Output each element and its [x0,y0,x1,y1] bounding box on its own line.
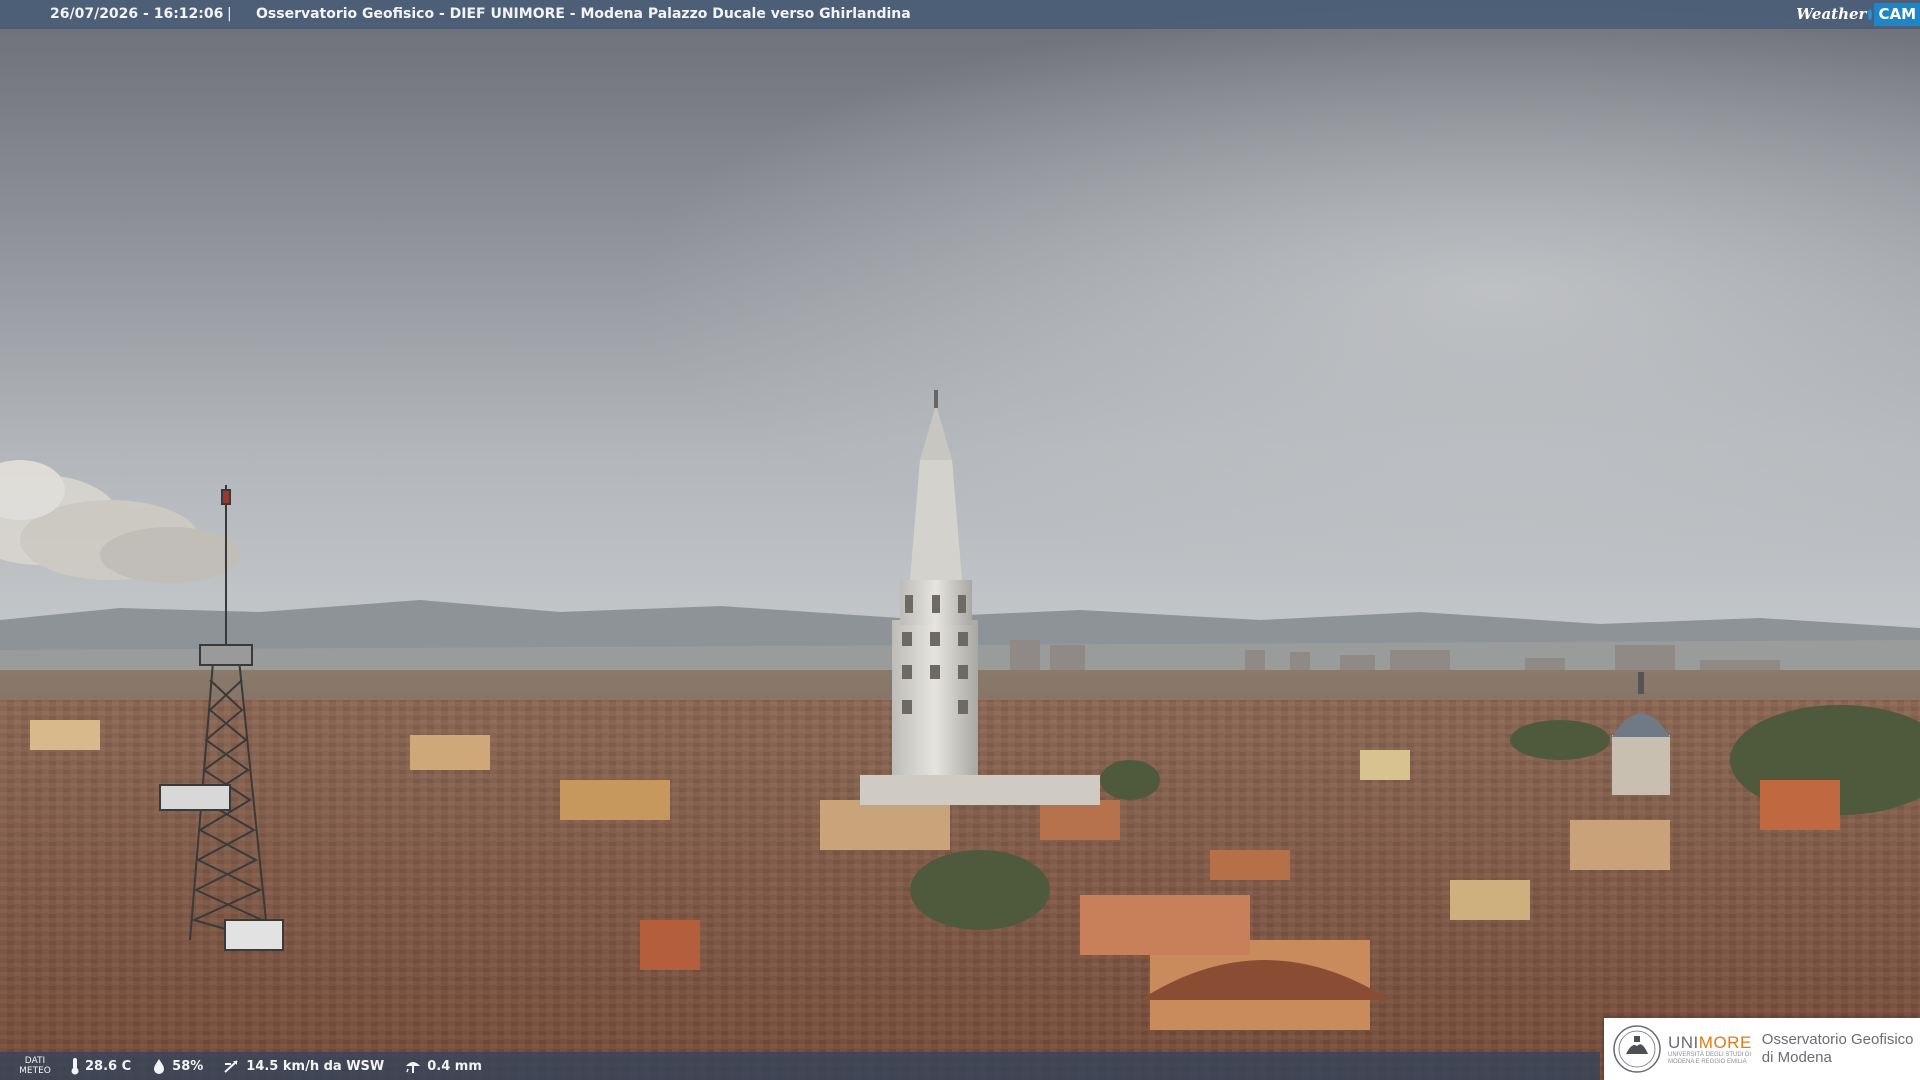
webcam-photo [0,0,1920,1080]
rain-value: 0.4 mm [427,1058,482,1074]
observatory-name: Osservatorio Geofisico di Modena [1762,1031,1914,1067]
unimore-name: UNIMORE [1668,1033,1752,1052]
unimore-suffix: MORE [1698,1032,1752,1052]
caption-separator: | [227,6,232,22]
wind-metric: 14.5 km/h da WSW [223,1058,384,1074]
droplet-icon [154,1059,165,1074]
dati-meteo-label: DATI METEO [19,1056,51,1076]
humidity-metric: 58% [151,1058,203,1074]
weathercam-logo-icon [1868,9,1873,20]
rain-gauge-icon [406,1062,421,1073]
unimore-subtitle-1: UNIVERSITÀ DEGLI STUDI DI [1668,1051,1752,1058]
thermometer-icon [71,1058,79,1075]
unimore-subtitle-2: MODENA E REGGIO EMILIA [1668,1058,1747,1065]
observatory-line-2: di Modena [1761,1049,1832,1066]
wind-value: 14.5 km/h da WSW [246,1058,385,1074]
unimore-name-block: UNIMORE UNIVERSITÀ DEGLI STUDI DI MODENA… [1668,1033,1752,1066]
temperature-metric: 28.6 C [70,1057,131,1075]
weathercam-logo: Weather CAM [1796,0,1920,29]
university-seal-icon [1613,1025,1661,1073]
unimore-logo: UNIMORE UNIVERSITÀ DEGLI STUDI DI MODENA… [1604,1018,1920,1080]
caption-bar: 26/07/2026 - 16:12:06 | Osservatorio Geo… [0,0,1920,29]
weather-data-bar: DATI METEO 28.6 C 58% 14.5 km/h da WSW 0… [0,1052,1600,1080]
camera-caption: Osservatorio Geofisico - DIEF UNIMORE - … [256,6,911,22]
sky-glow [0,0,1920,640]
weathercam-logo-cam: CAM [1874,3,1920,26]
wind-vane-icon [224,1060,238,1073]
weathercam-logo-weather: Weather [1796,5,1867,23]
observatory-line-1: Osservatorio Geofisico [1761,1031,1914,1048]
timestamp: 26/07/2026 - 16:12:06 [50,6,224,22]
unimore-prefix: UNI [1668,1032,1699,1052]
rain-metric: 0.4 mm [404,1058,482,1074]
humidity-value: 58% [172,1058,204,1074]
temperature-value: 28.6 C [85,1058,132,1074]
